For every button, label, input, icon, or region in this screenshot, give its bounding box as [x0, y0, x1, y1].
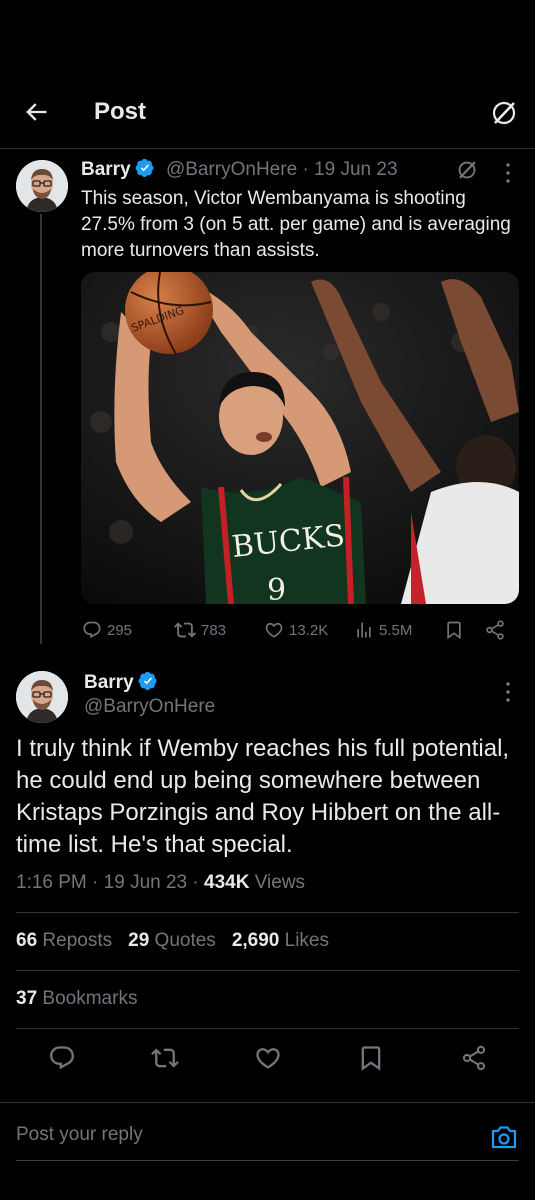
avatar-image: [16, 160, 68, 212]
bookmark-icon: [447, 621, 461, 640]
share-icon: [486, 620, 504, 640]
avatar[interactable]: [16, 160, 68, 212]
grok-button[interactable]: [490, 99, 518, 127]
stats-divider-middle: [16, 970, 519, 971]
quoted-post-actions: 295 783 13.2K 5.5M: [82, 618, 522, 642]
repost-count: 783: [201, 621, 227, 639]
author-name[interactable]: Barry: [84, 672, 134, 693]
post-media[interactable]: SPALDING BUCKS 9: [81, 272, 519, 604]
separator-dot: ·: [92, 872, 99, 893]
main-post-text: I truly think if Wemby reaches his full …: [16, 735, 510, 858]
repost-icon: [150, 1048, 179, 1068]
reposts-count: 66: [16, 930, 38, 951]
views-icon: [357, 622, 371, 638]
reply-input-underline: [16, 1160, 519, 1161]
share-icon: [462, 1045, 485, 1071]
reply-button[interactable]: [48, 1044, 76, 1072]
reply-icon: [49, 1046, 74, 1070]
reply-input[interactable]: [16, 1124, 456, 1146]
camera-icon: [491, 1126, 517, 1149]
more-icon: [506, 163, 510, 183]
views-count: 434K: [204, 872, 250, 893]
main-post-actions: [0, 1044, 535, 1072]
reply-divider-top: [0, 1102, 535, 1103]
stats-divider-top: [16, 912, 519, 913]
share-button[interactable]: [460, 1044, 488, 1072]
views-button[interactable]: 5.5M: [354, 620, 444, 640]
separator-dot: ·: [192, 872, 199, 893]
bookmark-button[interactable]: [357, 1044, 385, 1072]
more-icon: [506, 682, 510, 702]
reply-button[interactable]: 295: [82, 620, 174, 640]
post-meta: 1:16 PM · 19 Jun 23 · 434K Views: [16, 872, 305, 894]
header-divider: [0, 148, 535, 149]
engagement-stats: 66 Reposts 29 Quotes 2,690 Likes: [16, 930, 329, 952]
reposts-label: Reposts: [42, 930, 113, 951]
back-arrow-icon: [26, 103, 47, 121]
post-time: 1:16 PM: [16, 872, 87, 893]
like-count: 13.2K: [289, 621, 329, 639]
like-icon: [255, 1048, 280, 1069]
repost-icon: [174, 622, 196, 638]
bookmarks-label: Bookmarks: [42, 988, 138, 1009]
more-button[interactable]: [503, 162, 513, 184]
like-button[interactable]: 13.2K: [264, 620, 354, 640]
grok-icon: [458, 161, 476, 179]
page-title: Post: [94, 98, 147, 125]
post-date[interactable]: 19 Jun 23: [314, 159, 397, 180]
avatar[interactable]: [16, 671, 68, 723]
bookmarks-stat[interactable]: 37 Bookmarks: [16, 988, 137, 1010]
separator-dot: ·: [302, 159, 309, 180]
quotes-label: Quotes: [154, 930, 216, 951]
jersey-number: 9: [267, 573, 286, 604]
main-author-name-row: Barry: [84, 671, 158, 694]
repost-button[interactable]: 783: [174, 619, 264, 641]
author-handle[interactable]: @BarryOnHere: [84, 696, 215, 718]
more-button[interactable]: [503, 681, 513, 703]
likes-count: 2,690: [231, 930, 280, 951]
verified-badge-icon: [138, 671, 157, 690]
basketball-photo: SPALDING BUCKS 9: [81, 272, 519, 604]
reposts-stat[interactable]: 66 Reposts: [16, 930, 112, 952]
bookmark-icon: [361, 1046, 380, 1071]
share-button[interactable]: [484, 619, 506, 641]
quoted-post-header: Barry @BarryOnHere · 19 Jun 23: [81, 158, 398, 181]
quotes-count: 29: [128, 930, 150, 951]
reply-icon: [83, 621, 101, 639]
quotes-stat[interactable]: 29 Quotes: [128, 930, 216, 952]
post-date: 19 Jun 23: [103, 872, 188, 893]
like-button[interactable]: [254, 1044, 282, 1072]
views-count: 5.5M: [379, 621, 413, 639]
likes-stat[interactable]: 2,690 Likes: [232, 930, 329, 952]
grok-icon: [492, 101, 516, 125]
stats-divider-bottom: [16, 1028, 519, 1029]
like-icon: [265, 622, 283, 638]
bookmark-button[interactable]: [444, 620, 484, 640]
post-text: This season, Victor Wembanyama is shooti…: [81, 188, 511, 261]
views-label: Views: [254, 872, 306, 893]
camera-button[interactable]: [490, 1124, 518, 1150]
grok-button[interactable]: [456, 159, 478, 181]
thread-line: [40, 214, 42, 644]
reply-count: 295: [107, 621, 133, 639]
bookmarks-count: 37: [16, 988, 38, 1009]
avatar-image: [16, 671, 68, 723]
back-button[interactable]: [22, 98, 50, 126]
author-name[interactable]: Barry: [81, 159, 131, 180]
likes-label: Likes: [284, 930, 329, 951]
author-handle[interactable]: @BarryOnHere: [166, 159, 297, 180]
repost-button[interactable]: [150, 1044, 179, 1072]
verified-badge-icon: [135, 158, 154, 177]
